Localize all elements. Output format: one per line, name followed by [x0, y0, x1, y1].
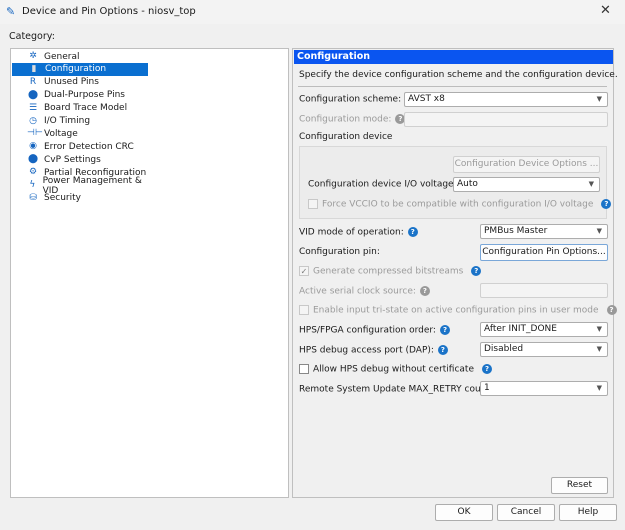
- close-button[interactable]: ✕: [600, 3, 611, 18]
- tree-item-board-trace-model[interactable]: ☰ Board Trace Model: [11, 102, 147, 115]
- unused-pins-icon: R: [29, 76, 37, 87]
- tree-item-label: Board Trace Model: [44, 103, 128, 114]
- board-trace-icon: ☰: [28, 102, 38, 113]
- chevron-down-icon: ▼: [596, 95, 602, 103]
- security-icon: ⛁: [29, 192, 37, 203]
- tree-item-label: Voltage: [44, 128, 78, 139]
- tree-item-dual-purpose-pins[interactable]: ⬤ Dual-Purpose Pins: [11, 89, 147, 102]
- chevron-down-icon: ▼: [596, 227, 602, 235]
- io-voltage-label: Configuration device I/O voltage:?: [308, 179, 471, 190]
- tree-item-label: CvP Settings: [44, 154, 101, 165]
- force-vccio-label: Force VCCIO to be compatible with config…: [322, 199, 612, 210]
- retry-label: Remote System Update MAX_RETRY count?: [299, 384, 502, 395]
- tree-item-i-o-timing[interactable]: ◷ I/O Timing: [11, 115, 147, 128]
- retry-select[interactable]: 1 ▼: [480, 381, 608, 396]
- chevron-down-icon: ▼: [596, 345, 602, 353]
- category-label: Category:: [9, 31, 55, 42]
- cancel-button[interactable]: Cancel: [497, 504, 555, 521]
- help-icon[interactable]: ?: [407, 227, 418, 237]
- help-icon[interactable]: ?: [471, 266, 482, 276]
- help-icon[interactable]: ?: [419, 286, 430, 296]
- configuration-icon: ▮: [31, 63, 37, 74]
- tree-item-label: Configuration: [45, 64, 107, 75]
- divider: [298, 86, 607, 87]
- tree-item-label: I/O Timing: [44, 116, 91, 126]
- tree-item-general[interactable]: ✲ General: [11, 50, 147, 63]
- tree-item-configuration[interactable]: ▮ Configuration: [12, 62, 148, 76]
- tristate-checkbox: [299, 305, 309, 315]
- hps-order-select[interactable]: After INIT_DONE ▼: [480, 322, 608, 337]
- help-button[interactable]: Help: [559, 504, 617, 521]
- chevron-down-icon: ▼: [588, 180, 594, 188]
- serial-clock-field: [480, 283, 608, 298]
- crc-icon: ◉: [29, 141, 37, 152]
- ok-button[interactable]: OK: [435, 504, 493, 521]
- help-icon[interactable]: ?: [482, 364, 493, 374]
- tree-item-cvp-settings[interactable]: ⬤ CvP Settings: [11, 153, 147, 166]
- cvp-icon: ⬤: [27, 154, 39, 165]
- panel-header: Configuration: [294, 50, 613, 64]
- panel-description: Specify the device configuration scheme …: [299, 70, 618, 80]
- tree-item-label: Security: [44, 193, 81, 204]
- allow-debug-label: Allow HPS debug without certificate?: [313, 364, 493, 375]
- compressed-label: Generate compressed bitstreams?: [313, 266, 482, 277]
- window-title: Device and Pin Options - niosv_top: [22, 6, 196, 17]
- chevron-down-icon: ▼: [596, 325, 602, 333]
- tree-item-security[interactable]: ⛁ Security: [11, 192, 147, 205]
- dap-select[interactable]: Disabled ▼: [480, 342, 608, 357]
- io-voltage-select[interactable]: Auto ▼: [453, 177, 600, 192]
- tree-item-unused-pins[interactable]: R Unused Pins: [11, 76, 147, 89]
- dap-label: HPS debug access port (DAP):?: [299, 345, 448, 356]
- mode-field: [404, 112, 608, 127]
- tree-item-label: General: [44, 51, 80, 62]
- app-icon: ✎: [6, 5, 16, 18]
- help-icon[interactable]: ?: [439, 325, 450, 335]
- vid-label: VID mode of operation:?: [299, 227, 418, 238]
- force-vccio-checkbox: [308, 199, 318, 209]
- device-options-button: Configuration Device Options ...: [453, 156, 600, 173]
- category-tree[interactable]: ✲ General ▮ Configuration R Unused Pins ⬤ Dual-…: [10, 48, 289, 498]
- help-icon[interactable]: ?: [601, 199, 612, 209]
- dual-purpose-pins-icon: ⬤: [27, 89, 39, 100]
- tree-item-label: Error Detection CRC: [44, 141, 134, 152]
- tree-item-power-management-vid[interactable]: ϟ Power Management & VID: [11, 176, 147, 196]
- tree-item-error-detection-crc[interactable]: ◉ Error Detection CRC: [11, 140, 147, 153]
- power-icon: ϟ: [29, 180, 36, 190]
- tree-item-label: Unused Pins: [44, 77, 99, 88]
- mode-label: Configuration mode:?: [299, 114, 406, 125]
- help-icon[interactable]: ?: [606, 305, 617, 315]
- config-pin-label: Configuration pin:: [299, 247, 380, 257]
- hps-order-label: HPS/FPGA configuration order:?: [299, 325, 450, 336]
- compressed-checkbox: ✓: [299, 266, 309, 276]
- clock-icon: ◷: [29, 115, 37, 126]
- serial-clock-label: Active serial clock source:?: [299, 286, 430, 297]
- general-icon: ✲: [29, 51, 37, 61]
- config-pin-options-button[interactable]: Configuration Pin Options...: [480, 244, 608, 261]
- scheme-select[interactable]: AVST x8 ▼: [404, 92, 608, 107]
- tristate-label: Enable input tri-state on active configu…: [313, 305, 617, 316]
- chevron-down-icon: ▼: [596, 384, 602, 392]
- vid-select[interactable]: PMBus Master ▼: [480, 224, 608, 239]
- voltage-icon: ⊣⊢: [27, 128, 43, 139]
- reset-button[interactable]: Reset: [551, 477, 608, 494]
- partial-reconfig-icon: ⚙: [28, 167, 38, 178]
- scheme-label: Configuration scheme:?: [299, 94, 416, 105]
- allow-debug-checkbox[interactable]: [299, 364, 309, 374]
- tree-item-voltage[interactable]: ⊣⊢ Voltage: [11, 127, 147, 140]
- device-group-label: Configuration device: [299, 132, 393, 142]
- tree-item-label: Dual-Purpose Pins: [44, 90, 125, 101]
- help-icon[interactable]: ?: [437, 345, 448, 355]
